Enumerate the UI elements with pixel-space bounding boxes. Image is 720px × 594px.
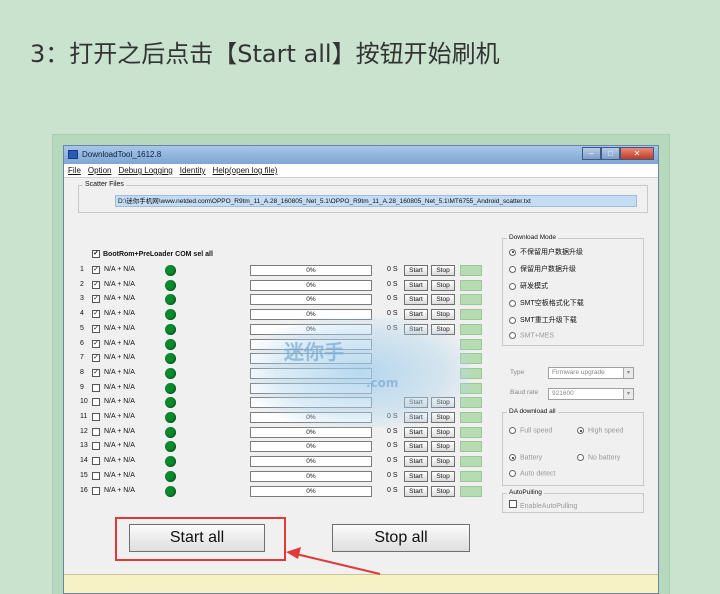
arrow-line [295,553,381,575]
arrow-head [286,547,301,559]
annotation-arrow [286,547,381,575]
